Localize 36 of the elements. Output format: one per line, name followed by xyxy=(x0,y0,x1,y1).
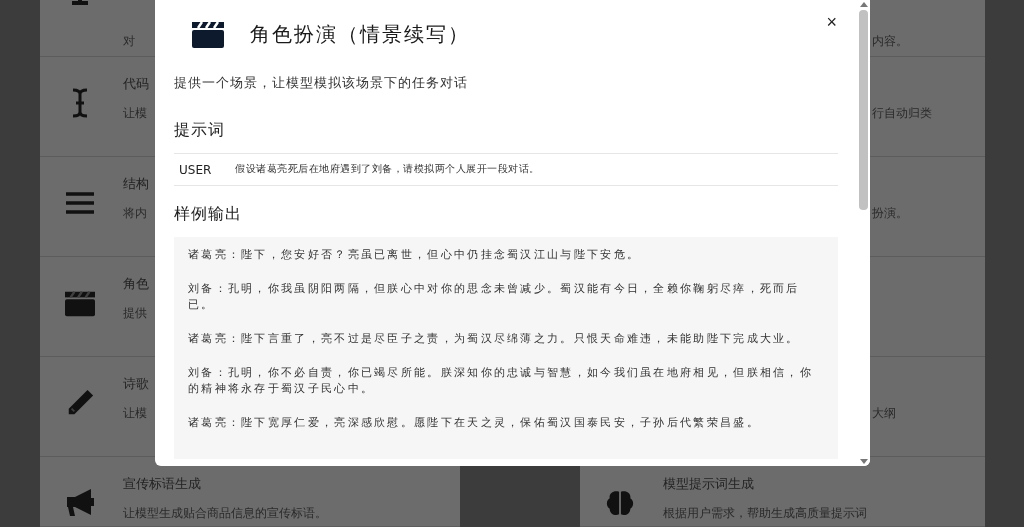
scroll-up-icon[interactable] xyxy=(859,2,868,7)
card-description: 根据用户需求，帮助生成高质量提示词 xyxy=(663,505,867,522)
card-description: 大纲 xyxy=(872,405,896,422)
card-description: 扮演。 xyxy=(872,205,908,222)
card-description: 将内 xyxy=(123,205,148,222)
card-title: 角色 xyxy=(123,275,149,293)
card-description: 让模 xyxy=(123,405,148,422)
card-title: 模型提示词生成 xyxy=(663,475,755,493)
scroll-down-icon[interactable] xyxy=(859,459,868,464)
scrollbar[interactable] xyxy=(857,0,870,466)
card-description: 内容。 xyxy=(872,33,908,50)
modal-title: 角色扮演（情景续写） xyxy=(250,20,470,48)
card-title: 代码 xyxy=(123,75,149,93)
dialogue-line: 刘备：孔明，你不必自责，你已竭尽所能。朕深知你的忠诚与智慧，如今我们虽在地府相见，但朕相信，你的精神将永存于蜀汉子民心中。 xyxy=(188,365,815,397)
dialogue-line: 诸葛亮：陛下，您安好否？亮虽已离世，但心中仍挂念蜀汉江山与陛下安危。 xyxy=(188,247,642,263)
card-description: 对 xyxy=(123,33,135,50)
text-cursor-icon xyxy=(71,88,89,118)
card-description: 提供 xyxy=(123,305,148,322)
section-heading: 样例输出 xyxy=(174,204,243,225)
section-heading: 提示词 xyxy=(174,120,226,141)
dialogue-line: 刘备：孔明，你我虽阴阳两隔，但朕心中对你的思念未曾减少。蜀汉能有今日，全赖你鞠躬尽瘁，死而后已。 xyxy=(188,281,801,313)
dialogue-line: 诸葛亮：陛下宽厚仁爱，亮深感欣慰。愿陛下在天之灵，保佑蜀汉国泰民安，子孙后代繁荣昌盛。 xyxy=(188,415,761,431)
role-label: USER xyxy=(179,162,213,177)
clapperboard-icon xyxy=(65,289,95,317)
menu-icon xyxy=(66,191,94,215)
card-description: 让模型生成贴合商品信息的宣传标语。 xyxy=(123,505,327,522)
card-title: 诗歌 xyxy=(123,375,149,393)
modal-description: 提供一个场景，让模型模拟该场景下的任务对话 xyxy=(174,74,469,92)
clapperboard-icon xyxy=(192,20,224,48)
close-button[interactable]: × xyxy=(822,12,841,33)
prompt-text: 假设诸葛亮死后在地府遇到了刘备，请模拟两个人展开一段对话。 xyxy=(235,163,540,176)
dialogue-line: 诸葛亮：陛下言重了，亮不过是尽臣子之责，为蜀汉尽绵薄之力。只恨天命难违，未能助陛下完成大业。 xyxy=(188,331,801,347)
card-title: 结构 xyxy=(123,175,149,193)
card-description: 让模 xyxy=(123,105,148,122)
card-title: 宣传标语生成 xyxy=(123,475,202,493)
megaphone-icon xyxy=(65,488,95,518)
